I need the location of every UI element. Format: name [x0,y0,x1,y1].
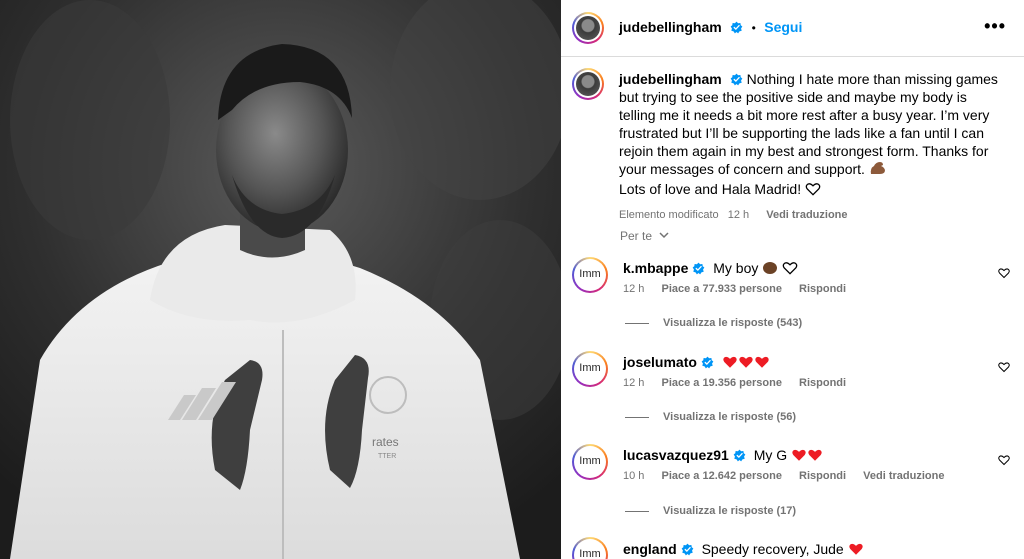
comment-likes[interactable]: Piace a 12.642 persone [661,470,781,482]
comment-meta: 12 h Piace a 19.356 persone Rispondi [623,377,860,389]
post-header: jude​bellingham • Segui ••• [561,0,1024,57]
caption-text-line2: Lots of love and Hala Madrid! [619,181,802,197]
comment-time[interactable]: 12 h [623,283,644,295]
view-replies-button[interactable]: Visualizza le risposte (543) [625,317,802,329]
view-replies-button[interactable]: Visualizza le risposte (17) [625,505,796,517]
comment-username[interactable]: england [623,541,677,557]
white-heart-emoji-icon [782,261,798,279]
verified-badge-icon [701,356,714,369]
red-hearts-emoji-icon [722,354,770,370]
reply-button[interactable]: Rispondi [799,470,846,482]
comment-likes[interactable]: Piace a 19.356 persone [661,377,781,389]
comment-body: Speedy recovery, Jude [701,541,844,557]
comments-filter[interactable]: Per te [620,229,669,243]
caption-username[interactable]: jude​bellingham [619,71,722,87]
red-hearts-emoji-icon [791,447,823,463]
author-username[interactable]: jude​bellingham [619,19,722,35]
jacket-brand-subtext: TTER [378,453,396,460]
comment-text: lucasvazquez91 My G [623,446,993,464]
post-photo[interactable]: rates TTER [0,0,561,559]
author-info: jude​bellingham • Segui [619,19,802,37]
verified-badge-icon [681,543,694,556]
verified-badge-icon [730,73,743,86]
reply-button[interactable]: Rispondi [799,283,846,295]
comment-meta: 12 h Piace a 77.933 persone Rispondi [623,283,860,295]
comment-username[interactable]: lucasvazquez91 [623,447,729,463]
verified-badge-icon [730,21,743,34]
post-panel: jude​bellingham • Segui ••• jude​belling… [561,0,1024,559]
commenter-avatar[interactable]: Imm [572,444,608,480]
reply-button[interactable]: Rispondi [799,377,846,389]
post-caption: jude​bellingham Nothing I hate more than… [619,70,999,224]
comment-text: joselumato [623,353,993,371]
player-photo-illustration: rates TTER [0,0,561,559]
follow-button[interactable]: Segui [764,19,802,35]
caption-avatar[interactable] [572,68,604,100]
see-translation-link[interactable]: Vedi traduzione [863,470,944,482]
like-comment-icon[interactable] [998,454,1010,466]
verified-badge-icon [733,449,746,462]
separator-dot: • [751,21,756,35]
jacket-brand-text: rates [372,435,399,449]
comments-filter-label[interactable]: Per te [620,229,652,243]
see-translation-link[interactable]: Vedi traduzione [766,209,847,221]
red-heart-emoji-icon [848,541,864,557]
more-options-icon[interactable]: ••• [984,16,1006,37]
comment-username[interactable]: k.mbappe [623,260,688,276]
comment-time[interactable]: 12 h [623,377,644,389]
caption-time[interactable]: 12 h [728,209,749,221]
comment-body: My G [753,447,788,463]
commenter-avatar[interactable]: Imm [572,537,608,559]
commenter-avatar[interactable]: Imm [572,257,608,293]
chevron-down-icon[interactable] [659,232,669,239]
author-avatar[interactable] [572,12,604,44]
flexed-biceps-emoji-icon [869,160,887,180]
comment-likes[interactable]: Piace a 77.933 persone [661,283,781,295]
comment-username[interactable]: joselumato [623,354,697,370]
like-comment-icon[interactable] [998,267,1010,279]
comment-text: k.mbappe My boy [623,259,993,279]
comment-time[interactable]: 10 h [623,470,644,482]
comment-text: england Speedy recovery, Jude [623,540,993,558]
caption-meta: Elemento modificato 12 h Vedi traduzione [619,206,999,224]
view-replies-button[interactable]: Visualizza le risposte (56) [625,411,796,423]
commenter-avatar[interactable]: Imm [572,351,608,387]
comment-meta: 10 h Piace a 12.642 persone Rispondi Ved… [623,470,958,482]
verified-badge-icon [693,262,705,275]
edited-label: Elemento modificato [619,209,719,221]
white-heart-emoji-icon [805,182,821,200]
comment-body: My boy [713,260,759,276]
like-comment-icon[interactable] [998,361,1010,373]
fist-emoji-icon [762,261,778,279]
